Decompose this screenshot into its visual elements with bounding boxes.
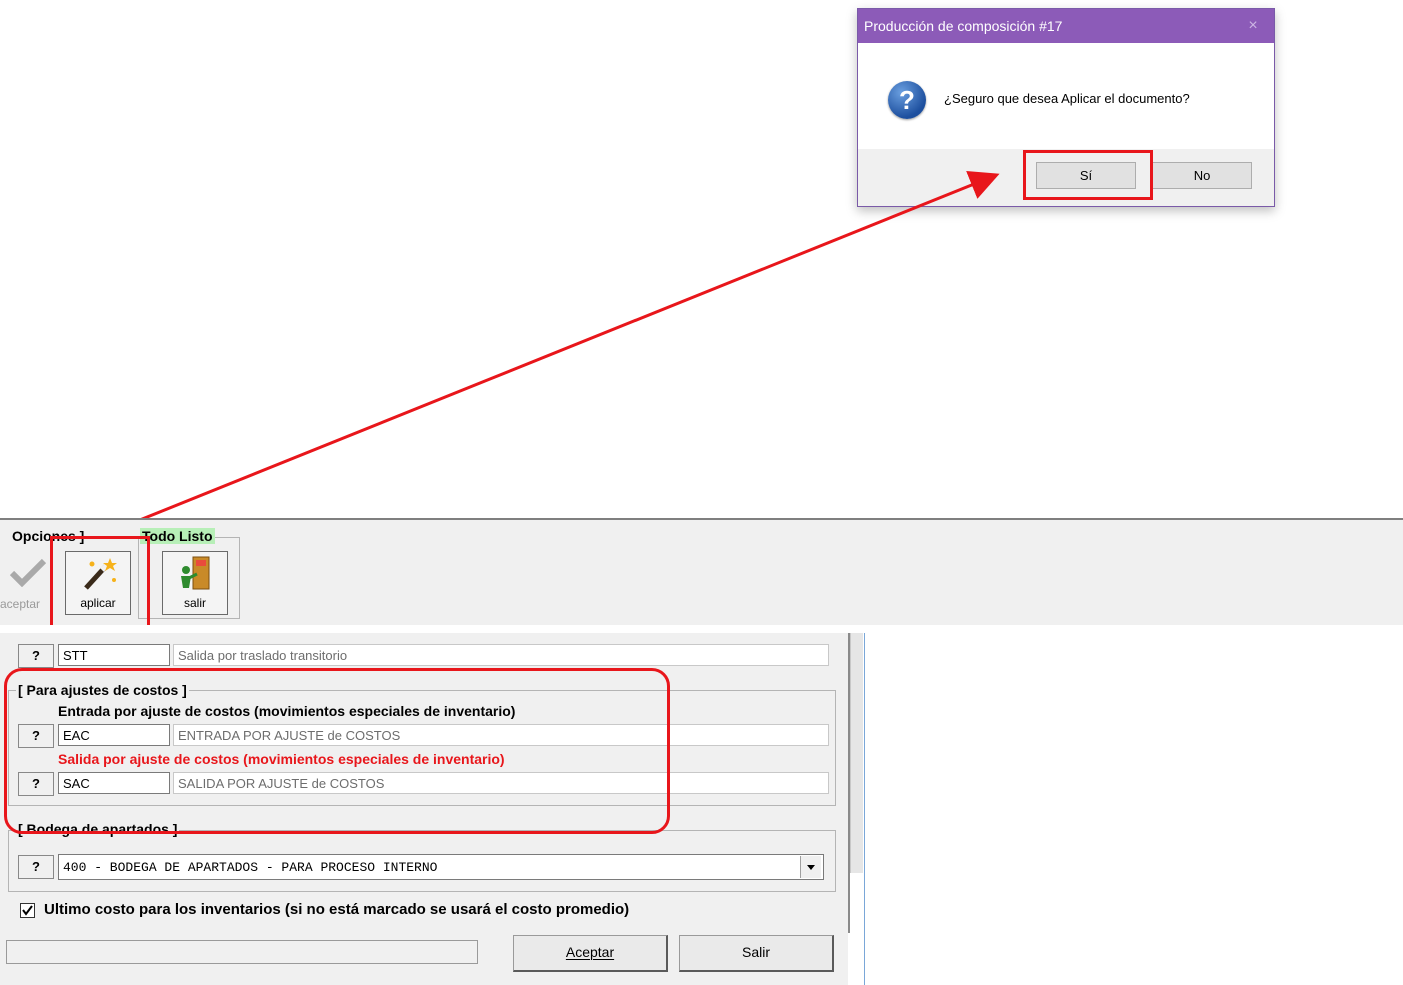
salir-button[interactable]: Salir: [679, 935, 834, 972]
salir-toolbar-button[interactable]: salir: [162, 551, 228, 615]
aceptar-button-label: Aceptar: [565, 944, 615, 960]
salir-toolbar-label: salir: [183, 596, 206, 610]
salir-button-label: Salir: [741, 944, 770, 960]
aceptar-button[interactable]: Aceptar: [513, 935, 668, 972]
stt-desc-field: Salida por traslado transitorio: [173, 644, 829, 666]
ultimo-costo-checkbox[interactable]: [20, 903, 35, 918]
bodega-select[interactable]: 400 - BODEGA DE APARTADOS - PARA PROCESO…: [58, 854, 824, 880]
status-label: Todo Listo: [140, 528, 215, 544]
status-bar: [6, 940, 478, 964]
checkmark-icon: [10, 558, 46, 587]
lookup-button-stt[interactable]: ?: [18, 644, 54, 668]
lookup-button-bodega[interactable]: ?: [18, 855, 54, 879]
stt-code-field[interactable]: STT: [58, 644, 170, 666]
window-edge: [864, 633, 865, 985]
ultimo-costo-label: Ultimo costo para los inventarios (si no…: [44, 901, 630, 918]
exit-door-icon: [181, 556, 210, 590]
annotation-highlight-aplicar: [50, 536, 150, 625]
aceptar-toolbar-label: aceptar: [0, 597, 41, 611]
form-scrollbar[interactable]: [850, 633, 863, 873]
annotation-highlight-ajustes: [4, 668, 670, 834]
chevron-down-icon[interactable]: [800, 856, 821, 878]
